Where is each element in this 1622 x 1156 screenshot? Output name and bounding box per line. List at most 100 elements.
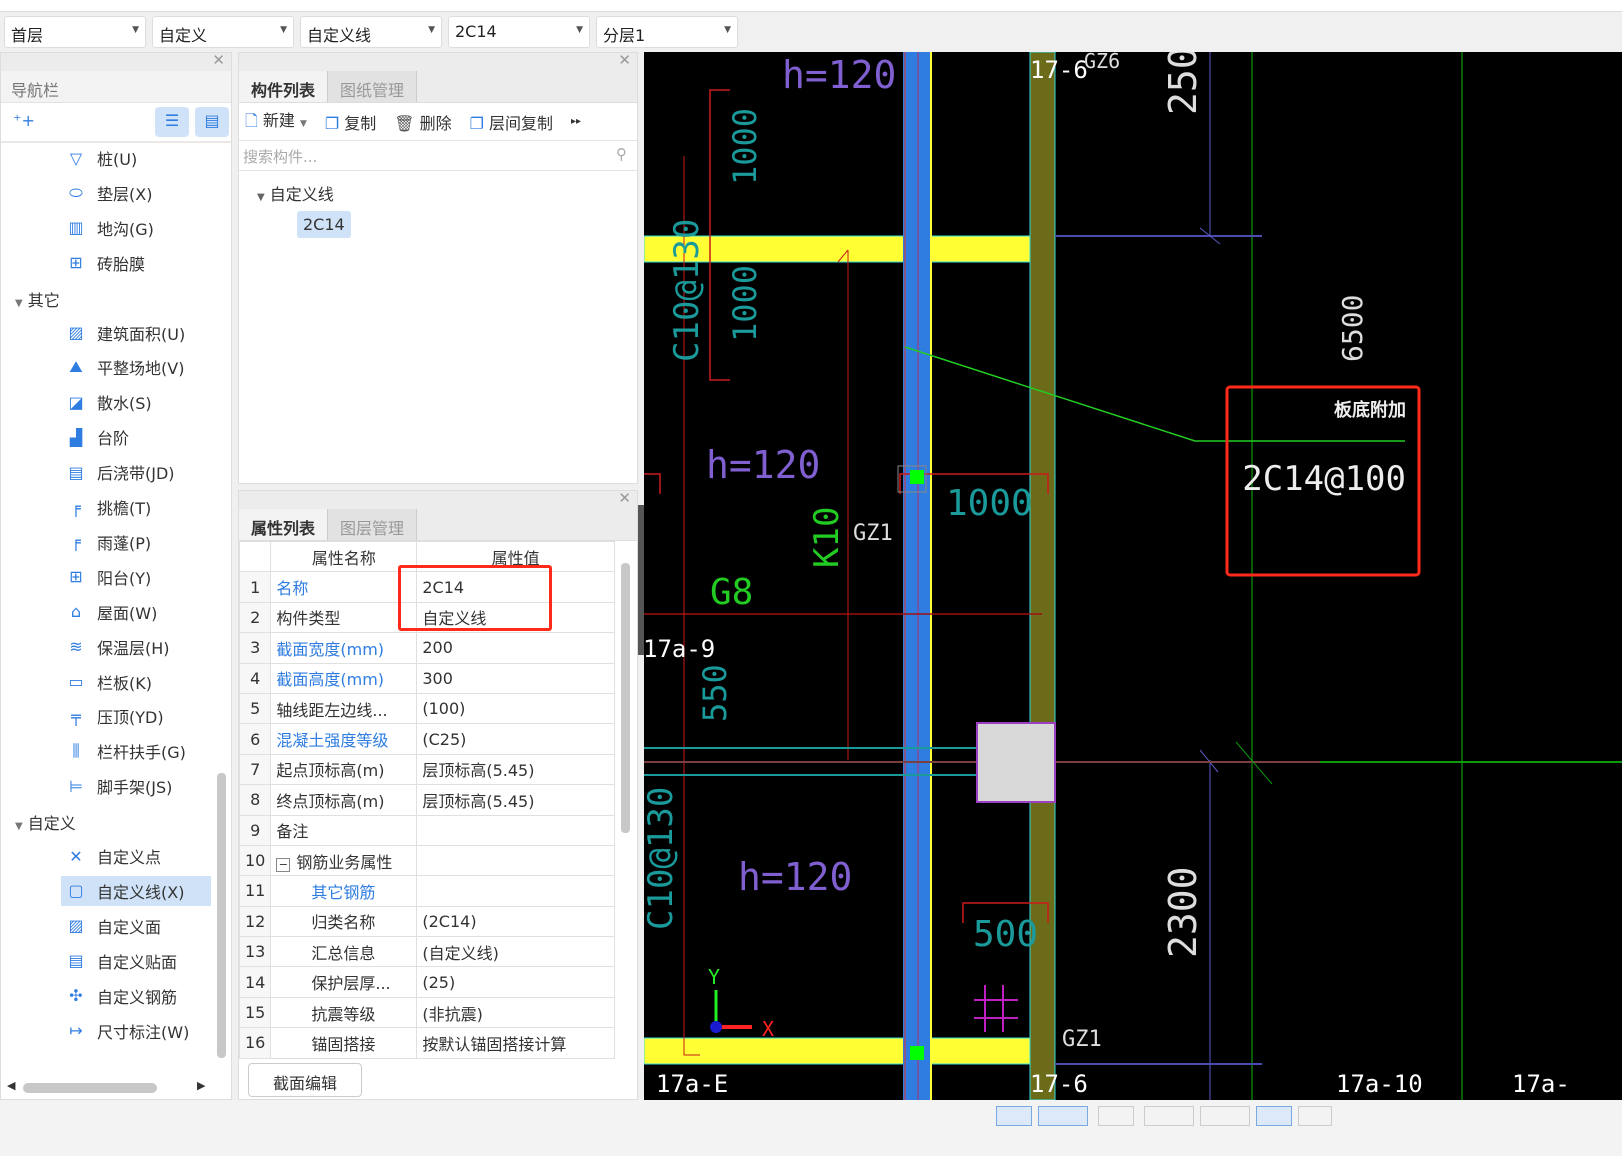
nav-item[interactable]: ⫼ 栏杆扶手(G)	[61, 736, 211, 766]
nav-item-label: 栏板(K)	[97, 673, 152, 693]
property-scrollbar[interactable]	[621, 563, 630, 833]
type-dropdown[interactable]: 自定义线 ▼	[300, 16, 442, 48]
floor-dropdown[interactable]: 首层 ▼	[4, 16, 146, 48]
section-edit-button[interactable]: 截面编辑	[248, 1063, 362, 1097]
close-icon[interactable]: ✕	[618, 51, 631, 69]
copy-button[interactable]: ❐ 复制	[325, 110, 376, 134]
property-value[interactable]: (25)	[416, 966, 615, 998]
property-value[interactable]: 按默认锚固搭接计算	[416, 1027, 615, 1059]
property-row[interactable]: 3 截面宽度(mm) 200	[238, 632, 615, 664]
property-value[interactable]: (C25)	[416, 723, 615, 755]
nav-item[interactable]: ✣ 自定义钢筋	[61, 981, 211, 1011]
nav-item[interactable]: ⊞ 砖胎膜	[61, 248, 211, 278]
nav-item[interactable]: ↦ 尺寸标注(W)	[61, 1016, 211, 1046]
nav-item[interactable]: ▽ 桩(U)	[61, 143, 211, 173]
property-value[interactable]: 层顶标高(5.45)	[416, 784, 615, 816]
property-name: 截面宽度(mm)	[270, 632, 418, 664]
property-row[interactable]: 11 其它钢筋	[238, 875, 615, 907]
property-row[interactable]: 6 混凝土强度等级 (C25)	[238, 723, 615, 755]
nav-item[interactable]: ◪ 散水(S)	[61, 387, 211, 417]
property-row[interactable]: 4 截面高度(mm) 300	[238, 662, 615, 694]
property-row[interactable]: 16 锚固搭接 按默认锚固搭接计算	[238, 1027, 615, 1059]
tab-component-list[interactable]: 构件列表	[239, 71, 329, 102]
row-number: 8	[238, 784, 272, 816]
property-row[interactable]: 7 起点顶标高(m) 层顶标高(5.45)	[238, 753, 615, 786]
nav-hscrollbar[interactable]	[23, 1083, 157, 1093]
cad-canvas[interactable]: h=120 h=120 h=120 1000 1000 1000 C10@130…	[644, 52, 1622, 1100]
property-value[interactable]: 200	[416, 632, 615, 664]
nav-item[interactable]: ▭ 栏板(K)	[61, 667, 211, 697]
status-toggle[interactable]	[1298, 1106, 1332, 1126]
nav-item[interactable]: ⌂ 屋面(W)	[61, 597, 211, 627]
detail-view-icon[interactable]: ▤	[195, 107, 229, 137]
property-value[interactable]	[416, 814, 615, 846]
nav-item[interactable]: ▟ 台阶	[61, 422, 211, 452]
nav-group[interactable]: ▼ 自定义	[15, 810, 76, 834]
tab-layer-management[interactable]: 图层管理	[328, 509, 418, 540]
close-icon[interactable]: ✕	[618, 489, 631, 507]
scroll-right-icon[interactable]: ▶	[197, 1079, 205, 1092]
property-value[interactable]: 层顶标高(5.45)	[416, 753, 615, 786]
chevron-down-icon: ▼	[428, 25, 435, 35]
add-icon[interactable]: ⁺+	[13, 111, 35, 130]
property-value[interactable]: (自定义线)	[416, 936, 615, 968]
status-toggle[interactable]	[1256, 1106, 1292, 1126]
nav-item[interactable]: ⊞ 阳台(Y)	[61, 562, 211, 592]
property-value[interactable]	[416, 844, 615, 877]
tree-item-2c14[interactable]: 2C14	[297, 211, 351, 238]
nav-item[interactable]: ▤ 自定义贴面	[61, 946, 211, 976]
nav-item[interactable]: ⛰ 平整场地(V)	[61, 352, 211, 382]
tab-drawing-management[interactable]: 图纸管理	[328, 71, 418, 102]
close-icon[interactable]: ✕	[212, 51, 225, 69]
cad-drawing[interactable]: h=120 h=120 h=120 1000 1000 1000 C10@130…	[644, 52, 1622, 1100]
nav-scrollbar[interactable]	[217, 773, 226, 1058]
status-toggle[interactable]	[996, 1106, 1032, 1126]
status-toggle[interactable]	[1098, 1106, 1134, 1126]
sublayer-dropdown[interactable]: 分层1 ▼	[596, 16, 738, 48]
nav-item[interactable]: ╒ 雨蓬(P)	[61, 527, 211, 557]
highlight-box	[398, 565, 552, 631]
chevron-down-icon: ▼	[299, 118, 307, 129]
category-dropdown[interactable]: 自定义 ▼	[152, 16, 294, 48]
nav-item[interactable]: ╤ 压顶(YD)	[61, 701, 211, 731]
search-input[interactable]: 搜索构件... ⚲	[239, 141, 637, 171]
collapse-icon[interactable]: −	[276, 857, 291, 872]
property-row[interactable]: 9 备注	[238, 814, 615, 846]
new-button[interactable]: 🗋 新建 ▼	[245, 107, 307, 137]
nav-item[interactable]: ▨ 建筑面积(U)	[61, 318, 211, 348]
property-value[interactable]: (非抗震)	[416, 996, 615, 1029]
property-value[interactable]	[416, 875, 615, 907]
property-row[interactable]: 13 汇总信息 (自定义线)	[238, 936, 615, 968]
property-row[interactable]: 15 抗震等级 (非抗震)	[238, 996, 615, 1029]
floor-copy-button[interactable]: ❐ 层间复制	[470, 110, 553, 134]
tab-property-list[interactable]: 属性列表	[239, 509, 329, 540]
scroll-left-icon[interactable]: ◀	[7, 1079, 15, 1092]
status-toggle[interactable]	[1200, 1106, 1250, 1126]
search-icon[interactable]: ⚲	[616, 145, 627, 163]
property-row[interactable]: 10− 钢筋业务属性	[238, 844, 615, 877]
tree-group[interactable]: ▼ 自定义线	[257, 181, 334, 205]
nav-item[interactable]: ▢ 自定义线(X)	[61, 875, 211, 906]
nav-item[interactable]: ⬭ 垫层(X)	[61, 178, 211, 208]
status-toggle[interactable]	[1038, 1106, 1088, 1126]
list-view-icon[interactable]: ☰	[155, 107, 189, 137]
nav-group[interactable]: ▼ 其它	[15, 287, 60, 311]
nav-item[interactable]: ▤ 后浇带(JD)	[61, 457, 211, 487]
nav-item[interactable]: ≋ 保温层(H)	[61, 632, 211, 662]
nav-item[interactable]: ▨ 自定义面	[61, 911, 211, 941]
property-row[interactable]: 5 轴线距左边线... (100)	[238, 692, 615, 725]
property-value[interactable]: (2C14)	[416, 905, 615, 938]
nav-item[interactable]: ╒ 挑檐(T)	[61, 492, 211, 522]
nav-item[interactable]: ⊨ 脚手架(JS)	[61, 771, 211, 801]
status-toggle[interactable]	[1144, 1106, 1194, 1126]
more-icon[interactable]: ▸▸	[571, 116, 581, 127]
property-row[interactable]: 8 终点顶标高(m) 层顶标高(5.45)	[238, 784, 615, 816]
nav-item[interactable]: ▥ 地沟(G)	[61, 213, 211, 243]
component-dropdown[interactable]: 2C14 ▼	[448, 16, 590, 48]
property-value[interactable]: (100)	[416, 692, 615, 725]
nav-item[interactable]: ✕ 自定义点	[61, 841, 211, 871]
property-row[interactable]: 14 保护层厚... (25)	[238, 966, 615, 998]
delete-button[interactable]: 🗑 删除	[394, 110, 451, 134]
property-row[interactable]: 12 归类名称 (2C14)	[238, 905, 615, 938]
property-value[interactable]: 300	[416, 662, 615, 694]
